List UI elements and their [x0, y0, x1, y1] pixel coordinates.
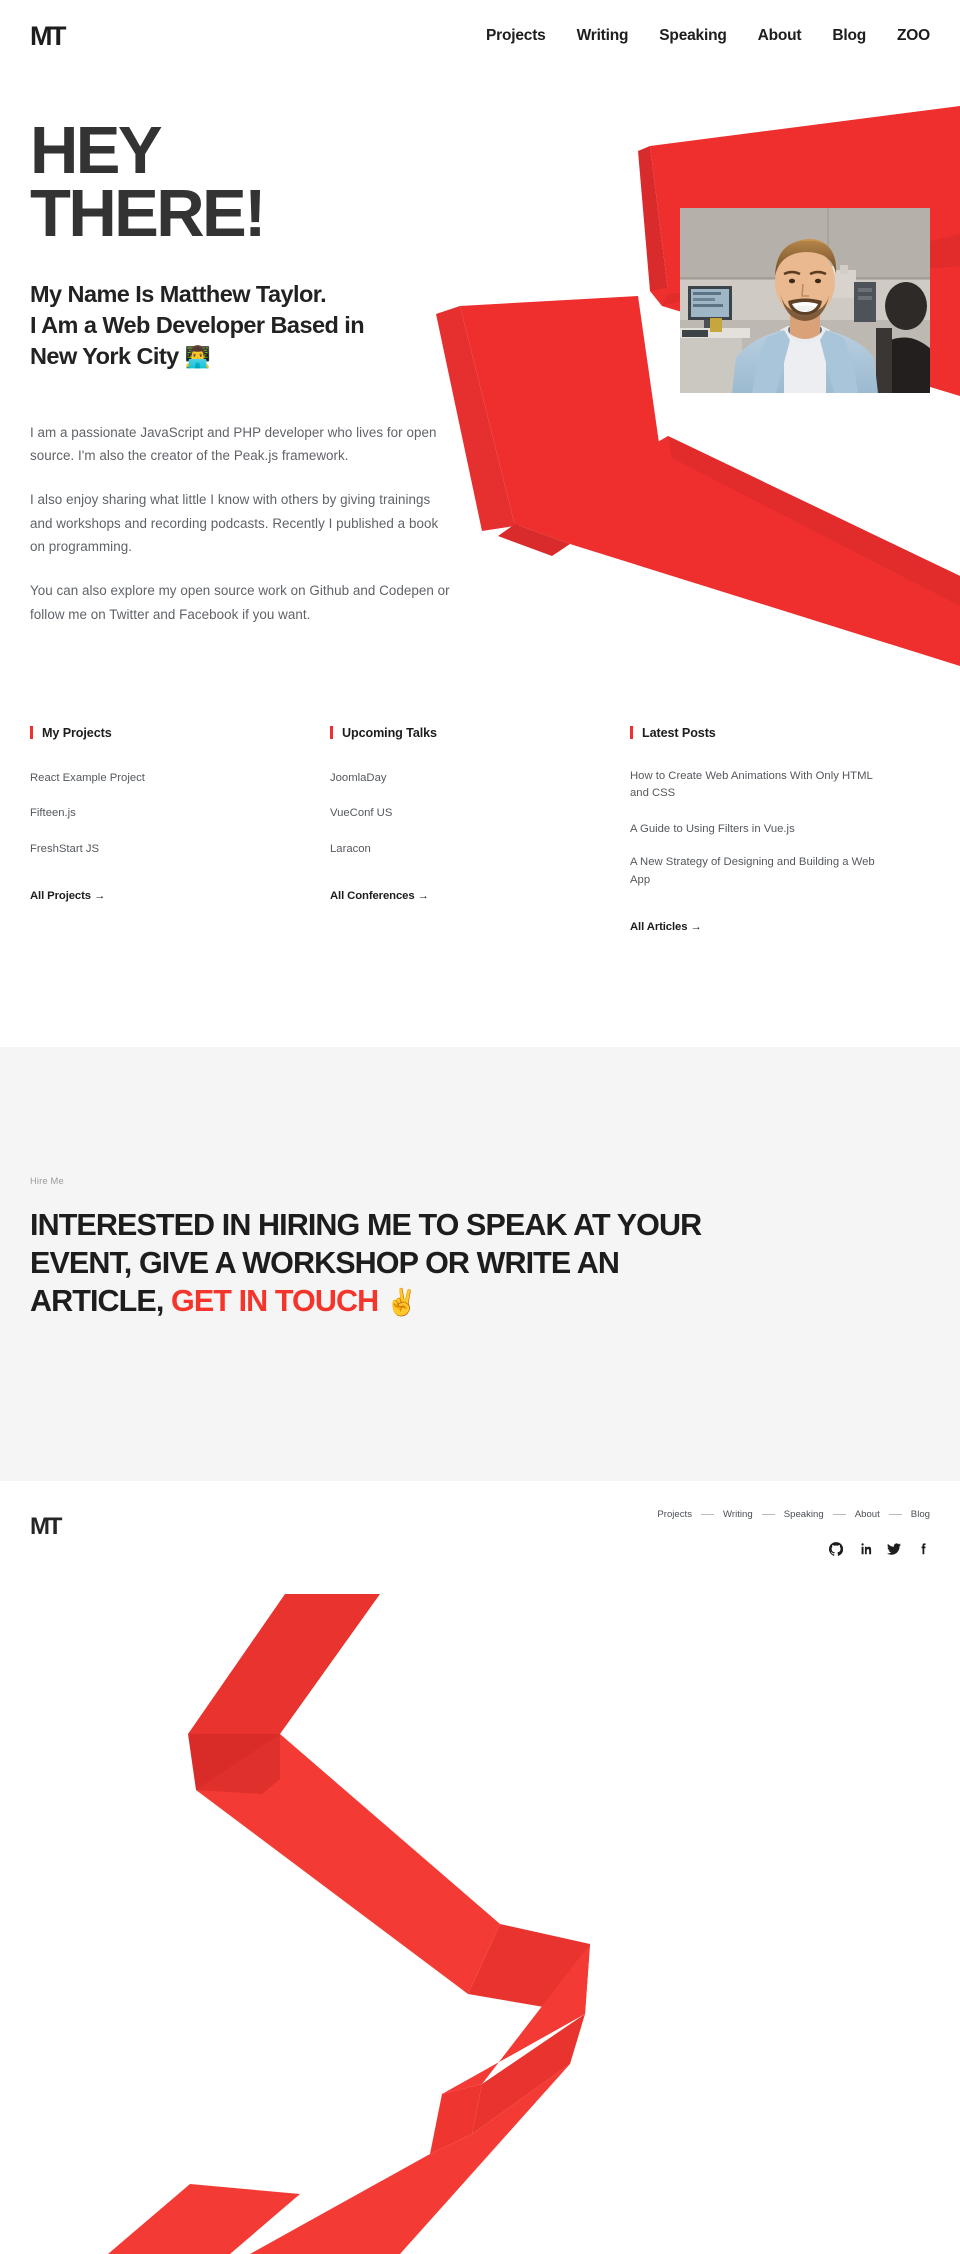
talks-list: JoomlaDay VueConf US Laracon [330, 768, 630, 859]
talk-link-2[interactable]: VueConf US [330, 805, 392, 823]
hire-me-label: Hire Me [30, 1175, 64, 1187]
page-root: MT Projects Writing Speaking About Blog … [0, 0, 960, 2254]
footer-navigation: Projects Writing Speaking About Blog [657, 1509, 930, 1520]
project-list: React Example Project Fifteen.js FreshSt… [30, 768, 330, 859]
column-title: Upcoming Talks [342, 725, 437, 740]
list-item: React Example Project [30, 768, 330, 788]
decorative-red-ribbon-bottom [108, 1594, 590, 2254]
footer-nav-item-blog[interactable]: Blog [911, 1509, 930, 1520]
footer-nav-item-about[interactable]: About [855, 1509, 880, 1520]
column-header: Upcoming Talks [330, 726, 630, 740]
nav-item-writing[interactable]: Writing [577, 27, 629, 45]
list-item: Fifteen.js [30, 803, 330, 823]
site-logo[interactable]: MT [30, 20, 66, 51]
social-links [829, 1541, 930, 1556]
hero-body-text: I am a passionate JavaScript and PHP dev… [30, 421, 500, 626]
red-accent-bar-icon [630, 726, 633, 740]
column-header: My Projects [30, 726, 330, 740]
post-link-2[interactable]: A Guide to Using Filters in Vue.js [630, 821, 795, 839]
hero-subtitle-line-1: My Name Is Matthew Taylor. [30, 280, 327, 307]
footer-row: MT Projects Writing Speaking About Blog [30, 1509, 930, 1556]
footer-nav-item-projects[interactable]: Projects [657, 1509, 692, 1520]
github-icon[interactable] [829, 1541, 843, 1556]
hire-me-headline: INTERESTED IN HIRING ME TO SPEAK AT YOUR… [30, 1207, 730, 1320]
twitter-icon[interactable] [887, 1542, 901, 1556]
nav-item-projects[interactable]: Projects [486, 27, 546, 45]
footer-separator-icon [761, 1513, 775, 1515]
footer-logo-text: MT [30, 1512, 62, 1540]
nav-item-zoo[interactable]: ZOO [897, 27, 930, 45]
post-link-1[interactable]: How to Create Web Animations With Only H… [630, 768, 880, 803]
main-navigation: Projects Writing Speaking About Blog ZOO [486, 27, 930, 45]
talk-link-1[interactable]: JoomlaDay [330, 770, 387, 788]
all-conferences-link[interactable]: All Conferences → [330, 890, 429, 902]
all-articles-link[interactable]: All Articles → [630, 921, 702, 933]
list-item: FreshStart JS [30, 839, 330, 859]
column-latest-posts: Latest Posts How to Create Web Animation… [630, 726, 930, 936]
linkedin-icon[interactable] [858, 1542, 872, 1556]
list-item: Laracon [330, 839, 630, 859]
technologist-emoji-icon: 👨‍💻 [184, 346, 211, 370]
site-header: MT Projects Writing Speaking About Blog … [0, 0, 960, 72]
list-item: A Guide to Using Filters in Vue.js [630, 819, 930, 839]
column-my-projects: My Projects React Example Project Fiftee… [30, 726, 330, 936]
column-title: My Projects [42, 725, 112, 740]
project-link-3[interactable]: FreshStart JS [30, 841, 99, 859]
hero-paragraph-3: You can also explore my open source work… [30, 583, 450, 622]
column-header: Latest Posts [630, 726, 930, 740]
hero-subtitle-line-2: I Am a Web Developer Based in [30, 312, 365, 339]
hero-text-column: HEY THERE! My Name Is Matthew Taylor. I … [30, 117, 500, 626]
footer-nav-item-writing[interactable]: Writing [723, 1509, 753, 1520]
project-link-1[interactable]: React Example Project [30, 770, 145, 788]
footer-nav-item-speaking[interactable]: Speaking [784, 1509, 824, 1520]
hero-paragraph-1: I am a passionate JavaScript and PHP dev… [30, 424, 437, 463]
list-item: How to Create Web Animations With Only H… [630, 768, 930, 803]
footer-logo[interactable]: MT [30, 1512, 62, 1540]
talk-link-3[interactable]: Laracon [330, 841, 371, 859]
column-title: Latest Posts [642, 725, 716, 740]
hero-paragraph-2: I also enjoy sharing what little I know … [30, 492, 439, 554]
list-item: VueConf US [330, 803, 630, 823]
column-upcoming-talks: Upcoming Talks JoomlaDay VueConf US Lara… [330, 726, 630, 936]
red-accent-bar-icon [330, 726, 333, 740]
nav-item-blog[interactable]: Blog [832, 27, 866, 45]
nav-item-speaking[interactable]: Speaking [659, 27, 727, 45]
footer-right-group: Projects Writing Speaking About Blog [657, 1509, 930, 1556]
hero-section: HEY THERE! My Name Is Matthew Taylor. I … [0, 72, 960, 626]
footer-separator-icon [888, 1513, 902, 1515]
victory-hand-emoji-icon: ✌️ [385, 1287, 418, 1317]
nav-item-about[interactable]: About [758, 27, 802, 45]
list-item: JoomlaDay [330, 768, 630, 788]
hero-title-line-2: THERE! [30, 175, 266, 251]
footer-separator-icon [701, 1513, 715, 1515]
project-link-2[interactable]: Fifteen.js [30, 805, 76, 823]
list-item: A New Strategy of Designing and Building… [630, 854, 930, 889]
summary-columns: My Projects React Example Project Fiftee… [0, 626, 960, 936]
get-in-touch-link[interactable]: GET IN TOUCH [171, 1284, 379, 1318]
red-accent-bar-icon [30, 726, 33, 740]
footer-separator-icon [832, 1513, 846, 1515]
posts-list: How to Create Web Animations With Only H… [630, 768, 930, 890]
site-footer: MT Projects Writing Speaking About Blog [0, 1481, 960, 1651]
profile-photo [680, 208, 930, 393]
page-title: HEY THERE! [30, 117, 500, 247]
all-projects-link[interactable]: All Projects → [30, 890, 105, 902]
facebook-icon[interactable] [916, 1542, 930, 1556]
hire-me-section: Hire Me INTERESTED IN HIRING ME TO SPEAK… [0, 1047, 960, 1481]
hero-subtitle: My Name Is Matthew Taylor. I Am a Web De… [30, 279, 500, 373]
post-link-3[interactable]: A New Strategy of Designing and Building… [630, 854, 880, 889]
hero-subtitle-line-3: New York City [30, 343, 179, 370]
site-logo-text: MT [30, 20, 66, 51]
